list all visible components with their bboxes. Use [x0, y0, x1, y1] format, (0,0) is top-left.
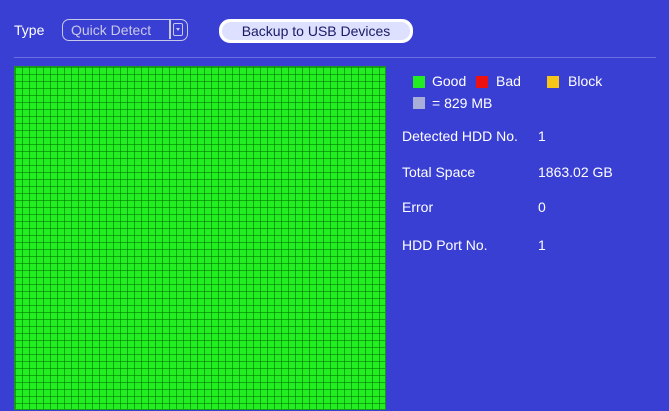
backup-usb-button[interactable]: Backup to USB Devices — [219, 19, 413, 43]
legend-unit-label: = 829 MB — [432, 95, 493, 111]
block-swatch — [547, 76, 559, 88]
total-space-value: 1863.02 GB — [538, 164, 613, 180]
type-label: Type — [14, 22, 45, 38]
legend: Good Bad Block = 829 MB — [410, 72, 660, 116]
legend-bad-label: Bad — [496, 73, 521, 89]
bad-swatch — [476, 76, 488, 88]
legend-block-label: Block — [568, 73, 603, 89]
hdd-port-label: HDD Port No. — [402, 237, 488, 253]
total-space-label: Total Space — [402, 164, 476, 180]
hdd-port-value: 1 — [538, 237, 546, 253]
type-select[interactable]: Quick Detect — [62, 19, 188, 41]
detected-hdd-label: Detected HDD No. — [402, 128, 518, 144]
backup-usb-button-label: Backup to USB Devices — [222, 22, 410, 40]
type-select-value: Quick Detect — [71, 22, 152, 38]
error-value: 0 — [538, 199, 546, 215]
legend-good-label: Good — [432, 73, 467, 89]
disk-block-map — [14, 66, 386, 410]
chevron-down-icon[interactable] — [173, 23, 183, 36]
type-select-divider — [169, 20, 171, 39]
error-label: Error — [402, 199, 434, 215]
unit-swatch — [413, 97, 425, 109]
good-swatch — [413, 76, 425, 88]
toolbar: Type Quick Detect Backup to USB Devices — [0, 0, 669, 60]
header-divider — [14, 57, 656, 58]
detected-hdd-value: 1 — [538, 128, 546, 144]
